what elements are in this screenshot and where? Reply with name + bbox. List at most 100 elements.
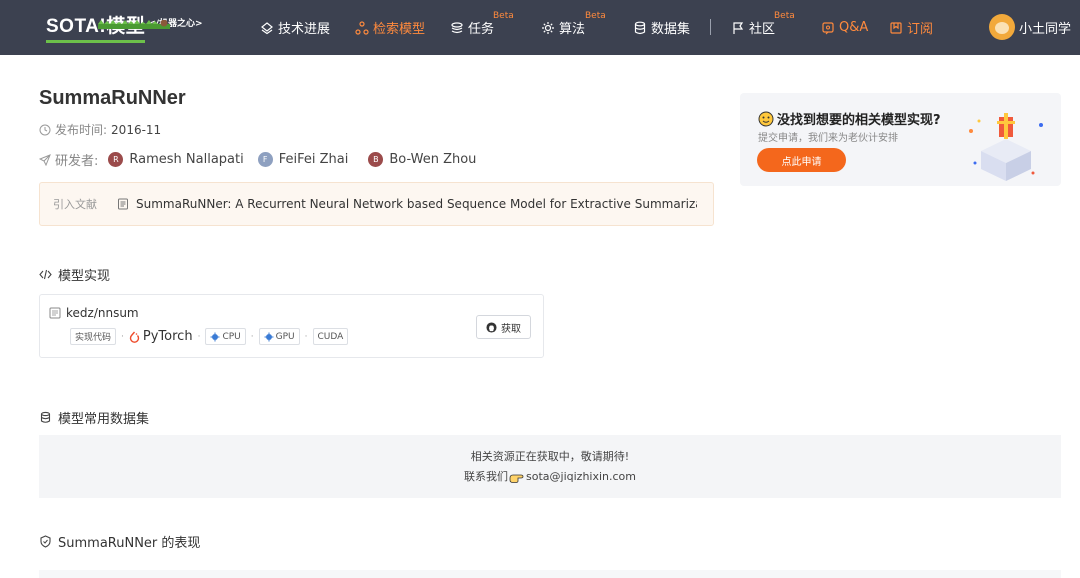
page-title: SummaRuNNer — [39, 87, 186, 109]
publish-date-row: 发布时间: 2016-11 — [39, 121, 161, 138]
user-menu[interactable]: 小土同学 — [988, 14, 1071, 40]
chip-icon — [264, 332, 274, 341]
bookmark-icon — [890, 21, 902, 34]
document-icon — [118, 198, 128, 210]
authors-label: 研发者: — [55, 154, 99, 169]
author-name: Bo-Wen Zhou — [389, 152, 477, 167]
author-item[interactable]: F FeiFei Zhai — [257, 152, 349, 167]
implementation-card: kedz/nnsum 实现代码 · PyTorch · CPU · GPU · … — [39, 294, 544, 358]
beta-badge: Beta — [585, 11, 606, 21]
citation-text: SummaRuNNer: A Recurrent Neural Network … — [136, 197, 697, 211]
stack-icon — [451, 21, 463, 33]
separator: · — [304, 331, 308, 342]
nav-label: 社区 — [749, 22, 776, 37]
nav-label: 任务 — [468, 22, 495, 37]
tag-cpu-label: CPU — [222, 331, 241, 342]
github-icon — [486, 321, 497, 333]
beta-badge: Beta — [774, 11, 795, 21]
framework: PyTorch — [129, 329, 193, 344]
get-code-button[interactable]: 获取 — [476, 315, 531, 339]
author-avatar: F — [257, 152, 273, 167]
nav-label: Q&A — [839, 20, 869, 35]
code-icon — [39, 269, 52, 280]
repo-name-text: kedz/nnsum — [66, 306, 139, 320]
author-item[interactable]: R Ramesh Nallapati — [108, 152, 244, 167]
promo-subtitle: 提交申请，我们来为老伙计安排 — [758, 133, 898, 144]
separator: · — [121, 331, 124, 342]
chip-icon — [210, 332, 220, 341]
get-button-label: 获取 — [501, 323, 521, 335]
nav-item-subscribe[interactable]: 订阅 — [889, 0, 933, 55]
nav-item-tasks[interactable]: 任务 — [450, 0, 494, 55]
repo-icon — [49, 307, 61, 319]
gift-boxes-illustration — [969, 113, 1043, 181]
gear-icon — [542, 21, 554, 34]
performance-panel — [39, 570, 1061, 578]
flag-icon — [733, 21, 744, 34]
citation-label: 引入文献 — [53, 198, 97, 211]
qa-icon — [822, 21, 834, 34]
avatar — [988, 14, 1015, 40]
nav-item-qa[interactable]: Q&A — [821, 0, 868, 55]
contact-label: 联系我们 — [464, 469, 508, 483]
promo-title: 没找到想要的相关模型实现? — [758, 109, 941, 128]
nav-item-tech-progress[interactable]: 技术进展 — [260, 0, 330, 55]
apply-button[interactable]: 点此申请 — [757, 148, 846, 172]
author-name: FeiFei Zhai — [278, 152, 349, 167]
publish-date: 2016-11 — [111, 122, 162, 137]
separator: · — [250, 331, 254, 342]
contact-row: 联系我们 sota@jiqizhixin.com — [464, 467, 636, 487]
tag-cpu: CPU — [205, 328, 246, 345]
section-title-implementation: 模型实现 — [39, 265, 110, 284]
separator: · — [197, 331, 201, 342]
citation-box: 引入文献 SummaRuNNer: A Recurrent Neural Net… — [39, 182, 714, 226]
section-title-text: SummaRuNNer 的表现 — [58, 536, 201, 551]
nav-label: 技术进展 — [278, 22, 331, 37]
nav-label: 算法 — [559, 22, 586, 37]
nav-label: 订阅 — [907, 22, 934, 37]
request-model-card: 没找到想要的相关模型实现? 提交申请，我们来为老伙计安排 点此申请 — [740, 93, 1061, 186]
nav-divider — [710, 19, 711, 35]
clock-icon — [39, 124, 51, 135]
publish-label: 发布时间: — [55, 123, 108, 137]
citation-link[interactable]: SummaRuNNer: A Recurrent Neural Network … — [117, 197, 697, 211]
tags-row: 实现代码 · PyTorch · CPU · GPU · CUDA — [70, 328, 349, 345]
tag-cuda: CUDA — [312, 328, 349, 345]
nav-item-datasets[interactable]: 数据集 — [633, 0, 690, 55]
repo-name[interactable]: kedz/nnsum — [49, 306, 139, 320]
send-icon — [39, 153, 51, 166]
author-avatar: B — [368, 152, 384, 167]
database-icon — [634, 21, 646, 34]
author-item[interactable]: B Bo-Wen Zhou — [368, 152, 476, 167]
nav-item-community[interactable]: 社区 — [731, 0, 775, 55]
section-title-datasets: 模型常用数据集 — [39, 408, 149, 427]
author-avatar: R — [108, 152, 124, 167]
layers-icon — [261, 21, 273, 34]
authors-row: 研发者: R Ramesh Nallapati F FeiFei Zhai B … — [39, 150, 476, 169]
author-name: Ramesh Nallapati — [129, 152, 244, 167]
promo-title-text: 没找到想要的相关模型实现? — [777, 113, 941, 128]
username: 小土同学 — [1018, 21, 1071, 37]
framework-name: PyTorch — [142, 329, 193, 344]
contact-email[interactable]: sota@jiqizhixin.com — [526, 467, 636, 487]
section-title-text: 模型常用数据集 — [58, 412, 150, 427]
nav-item-algorithms[interactable]: 算法 — [541, 0, 585, 55]
smile-icon — [758, 111, 774, 126]
database-icon — [40, 411, 51, 423]
logo-grass-art — [98, 20, 170, 29]
section-title-text: 模型实现 — [58, 269, 111, 284]
nodes-icon — [355, 20, 369, 35]
pytorch-icon — [129, 331, 140, 343]
nav-item-search-models[interactable]: 检索模型 — [355, 0, 425, 55]
top-nav: SOTA!模型 </机器之心> 技术进展 检索模型 任务 Beta 算法 Bet… — [0, 0, 1080, 55]
tag-gpu: GPU — [258, 328, 300, 345]
beta-badge: Beta — [493, 11, 514, 21]
nav-label: 检索模型 — [373, 22, 426, 37]
datasets-empty-state: 相关资源正在获取中，敬请期待! 联系我们 sota@jiqizhixin.com — [39, 435, 1061, 498]
pointing-hand-icon — [509, 474, 524, 483]
tag-gpu-label: GPU — [275, 331, 295, 342]
shield-icon — [40, 535, 51, 548]
nav-label: 数据集 — [651, 22, 691, 37]
section-title-performance: SummaRuNNer 的表现 — [39, 532, 200, 551]
empty-message: 相关资源正在获取中，敬请期待! — [470, 449, 630, 463]
